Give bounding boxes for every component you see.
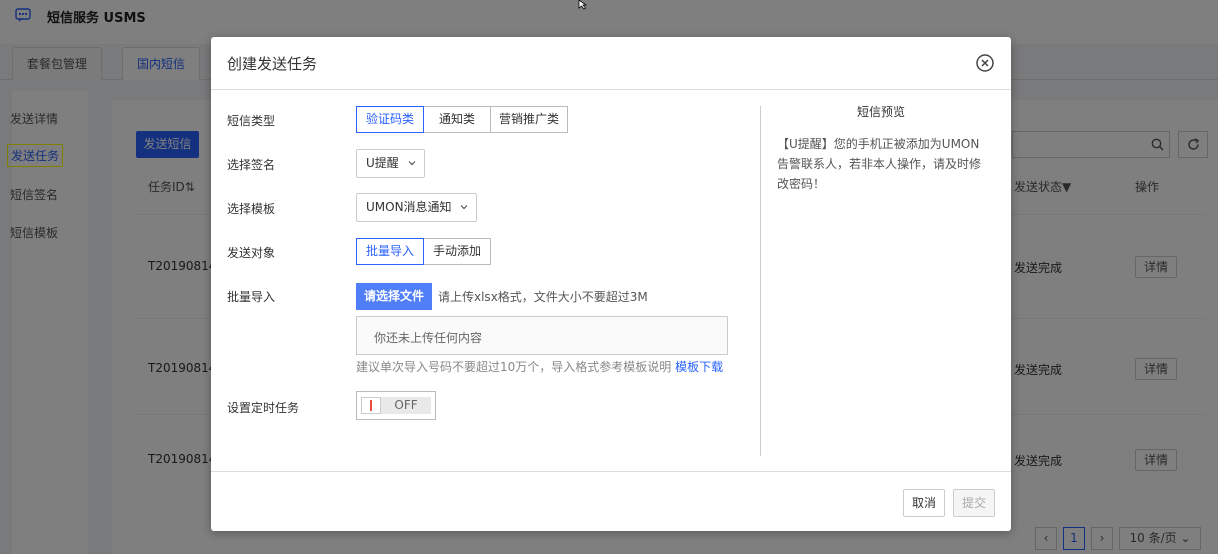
import-note: 建议单次导入号码不要超过10万个，导入格式参考模板说明 模板下载 xyxy=(356,358,723,375)
preview-divider xyxy=(760,106,761,456)
schedule-label: 设置定时任务 xyxy=(227,401,300,415)
template-label: 选择模板 xyxy=(227,202,276,216)
preview-title: 短信预览 xyxy=(856,105,905,119)
toggle-mark xyxy=(370,400,372,411)
sms-type-marketing[interactable]: 营销推广类 xyxy=(490,106,568,133)
template-value: UMON消息通知 xyxy=(366,200,452,214)
modal-title: 创建发送任务 xyxy=(227,55,318,73)
template-select[interactable]: UMON消息通知 xyxy=(356,193,477,222)
chevron-down-icon xyxy=(408,161,416,166)
batch-import-label: 批量导入 xyxy=(227,290,276,304)
sms-type-label: 短信类型 xyxy=(227,114,276,128)
import-note-text: 建议单次导入号码不要超过10万个，导入格式参考模板说明 xyxy=(356,360,672,374)
create-task-modal: 创建发送任务 短信类型 验证码类 通知类 营销推广类 选择签名 U提醒 选择模板… xyxy=(211,37,1011,531)
preview-text: 【U提醒】您的手机正被添加为UMON告警联系人，若非本人操作，请及时修改密码！ xyxy=(777,137,982,191)
cancel-button[interactable]: 取消 xyxy=(903,489,945,517)
cursor-icon xyxy=(578,0,588,10)
signature-select[interactable]: U提醒 xyxy=(356,149,425,178)
signature-value: U提醒 xyxy=(366,156,399,170)
modal-header-divider xyxy=(211,89,1011,90)
upload-empty-text: 你还未上传任何内容 xyxy=(374,331,483,345)
submit-button[interactable]: 提交 xyxy=(953,489,995,517)
target-manual-add[interactable]: 手动添加 xyxy=(423,238,491,265)
upload-hint: 请上传xlsx格式，文件大小不要超过3M xyxy=(438,290,648,304)
signature-label: 选择签名 xyxy=(227,158,276,172)
modal-footer-divider xyxy=(211,471,1011,472)
toggle-state-text: OFF xyxy=(381,397,431,414)
schedule-toggle[interactable]: OFF xyxy=(356,391,436,420)
sms-type-notification[interactable]: 通知类 xyxy=(423,106,491,133)
toggle-knob xyxy=(361,397,381,414)
close-icon[interactable] xyxy=(975,53,995,73)
choose-file-button[interactable]: 请选择文件 xyxy=(356,283,432,310)
chevron-down-icon xyxy=(460,205,468,210)
template-download-link[interactable]: 模板下载 xyxy=(675,360,723,374)
target-label: 发送对象 xyxy=(227,246,276,260)
upload-area[interactable]: 你还未上传任何内容 xyxy=(356,316,728,355)
target-batch-import[interactable]: 批量导入 xyxy=(356,238,424,265)
sms-type-verification[interactable]: 验证码类 xyxy=(356,106,424,133)
